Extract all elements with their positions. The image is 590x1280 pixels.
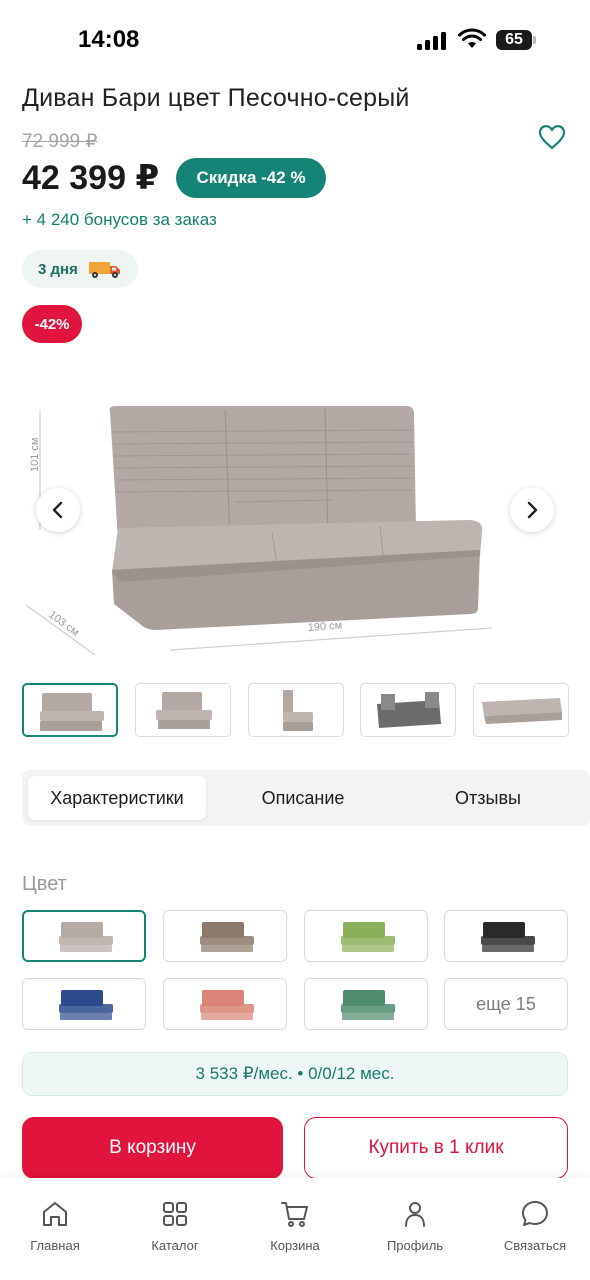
thumbnail-front[interactable] xyxy=(22,683,118,737)
nav-contact[interactable]: Связаться xyxy=(485,1198,585,1253)
sofa-swatch-icon xyxy=(200,922,254,952)
status-time: 14:08 xyxy=(78,26,140,53)
color-swatch[interactable] xyxy=(444,910,568,962)
nav-cart[interactable]: Корзина xyxy=(245,1198,345,1253)
thumbnail-side[interactable] xyxy=(248,683,344,737)
battery-icon: 65 xyxy=(496,30,532,50)
thumbnail-bed[interactable] xyxy=(473,683,569,737)
more-colors-button[interactable]: еще 15 xyxy=(444,978,568,1030)
color-swatch[interactable] xyxy=(22,978,146,1030)
battery-tip xyxy=(533,36,536,44)
installment-info[interactable]: 3 533 ₽/мес. • 0/0/12 мес. xyxy=(22,1052,568,1096)
add-to-cart-button[interactable]: В корзину xyxy=(22,1117,283,1179)
nav-profile-label: Профиль xyxy=(386,1238,444,1253)
nav-catalog[interactable]: Каталог xyxy=(125,1198,225,1253)
delivery-badge: 3 дня xyxy=(22,250,138,288)
wifi-icon xyxy=(458,28,486,48)
more-colors-label: еще 15 xyxy=(476,993,536,1014)
color-swatch[interactable] xyxy=(304,978,428,1030)
bonus-text: + 4 240 бонусов за заказ xyxy=(22,210,217,229)
home-icon xyxy=(43,1202,67,1226)
thumbnail-strip xyxy=(22,683,570,739)
sofa-image: 101 см 103 см 190 см xyxy=(25,406,493,656)
tab-description[interactable]: Описание xyxy=(222,776,384,820)
chevron-left-icon xyxy=(52,501,63,519)
sofa-swatch-icon xyxy=(341,922,395,952)
sofa-swatch-icon xyxy=(59,922,113,952)
color-swatch[interactable] xyxy=(163,910,287,962)
nav-home[interactable]: Главная xyxy=(5,1198,105,1253)
favorite-heart-icon[interactable] xyxy=(538,124,566,150)
sale-percent-badge: -42% xyxy=(22,305,82,343)
nav-home-label: Главная xyxy=(30,1238,80,1253)
carousel-next-button[interactable] xyxy=(510,488,554,532)
height-dimension-label: 101 см xyxy=(29,438,41,472)
signal-icon xyxy=(417,32,449,50)
chevron-right-icon xyxy=(527,501,538,519)
sofa-swatch-icon xyxy=(481,922,535,952)
old-price: 72 999 ₽ xyxy=(22,131,98,152)
thumbnail-angle[interactable] xyxy=(135,683,231,737)
sofa-swatch-icon xyxy=(341,990,395,1020)
product-tabs: Характеристики Описание Отзывы xyxy=(22,770,590,826)
color-swatch[interactable] xyxy=(163,978,287,1030)
color-swatch[interactable] xyxy=(304,910,428,962)
width-dimension-label: 190 см xyxy=(307,620,342,634)
tab-reviews[interactable]: Отзывы xyxy=(410,776,566,820)
nav-cart-label: Корзина xyxy=(270,1238,320,1253)
nav-catalog-label: Каталог xyxy=(151,1238,199,1253)
bottom-navigation: Главная Каталог Корзина Профиль Связатьс… xyxy=(0,1178,590,1280)
thumbnail-unfolding[interactable] xyxy=(360,683,456,737)
chat-icon xyxy=(522,1201,548,1226)
buy-one-click-button[interactable]: Купить в 1 клик xyxy=(304,1117,568,1179)
product-title: Диван Бари цвет Песочно-серый xyxy=(22,84,410,112)
color-swatch[interactable] xyxy=(22,910,146,962)
truck-icon xyxy=(88,262,120,278)
sofa-swatch-icon xyxy=(200,990,254,1020)
color-section-label: Цвет xyxy=(22,873,67,895)
carousel-prev-button[interactable] xyxy=(36,488,80,532)
status-bar: 14:08 65 xyxy=(0,0,590,80)
profile-icon xyxy=(405,1202,425,1227)
nav-contact-label: Связаться xyxy=(503,1238,567,1253)
discount-badge: Скидка -42 % xyxy=(176,158,326,198)
catalog-icon xyxy=(163,1202,187,1226)
cart-icon xyxy=(281,1202,308,1227)
delivery-days: 3 дня xyxy=(38,260,78,278)
tab-characteristics[interactable]: Характеристики xyxy=(28,776,206,820)
sofa-swatch-icon xyxy=(59,990,113,1020)
current-price: 42 399 ₽ xyxy=(22,159,160,197)
product-image-carousel[interactable]: 101 см 103 см 190 см xyxy=(0,360,590,670)
nav-profile[interactable]: Профиль xyxy=(365,1198,465,1253)
